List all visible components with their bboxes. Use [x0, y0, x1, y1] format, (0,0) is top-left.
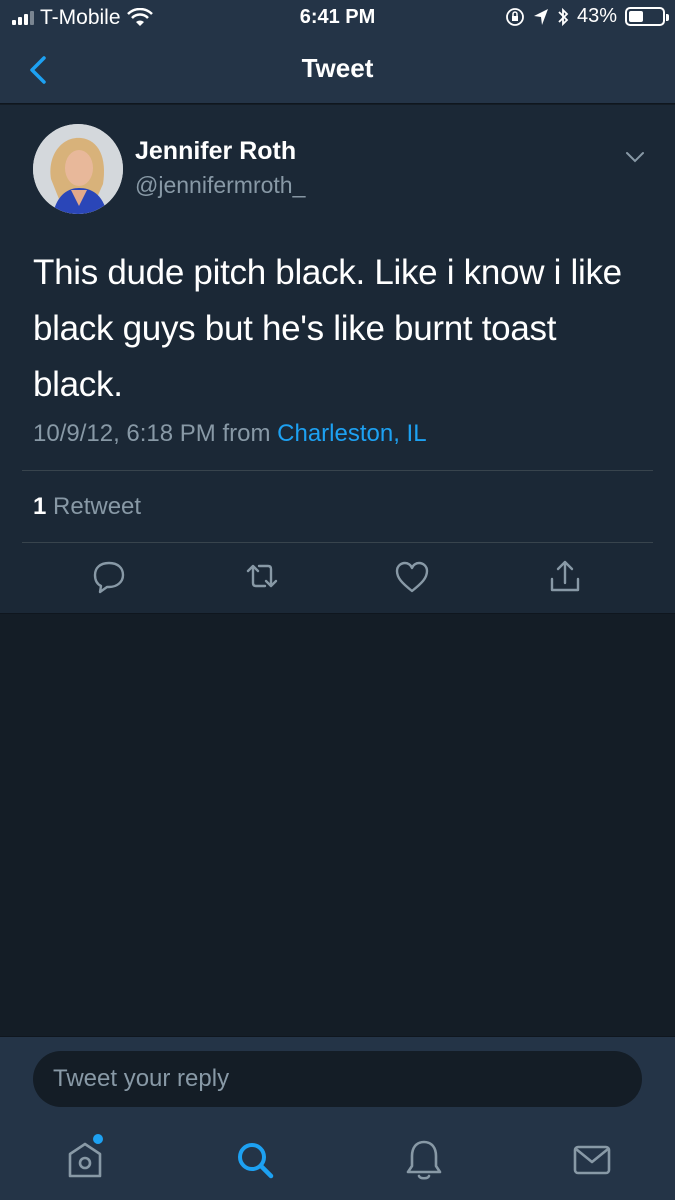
status-right: 43% [505, 5, 669, 28]
tab-bar [0, 1118, 675, 1200]
bell-icon[interactable] [400, 1136, 448, 1184]
retweet-count[interactable]: 1 Retweet [33, 493, 141, 521]
retweet-count-number: 1 [33, 493, 47, 520]
tweet-timestamp: 10/9/12, 6:18 PM from [33, 420, 271, 447]
search-icon[interactable] [231, 1136, 279, 1184]
reply-input[interactable]: Tweet your reply [33, 1051, 642, 1107]
share-icon[interactable] [545, 557, 585, 597]
author-handle[interactable]: @jennifermroth_ [135, 172, 305, 199]
location-arrow-icon [533, 8, 548, 25]
chevron-down-icon[interactable] [621, 143, 649, 171]
battery-icon [625, 7, 669, 26]
home-icon[interactable] [61, 1136, 109, 1184]
author-name[interactable]: Jennifer Roth [135, 137, 296, 166]
reply-icon[interactable] [89, 557, 129, 597]
bluetooth-icon [558, 7, 569, 26]
tweet-card: Jennifer Roth @jennifermroth_ This dude … [0, 105, 675, 614]
tweet-text: This dude pitch black. Like i know i lik… [33, 253, 622, 404]
heart-icon[interactable] [392, 557, 432, 597]
retweet-count-label: Retweet [53, 493, 142, 520]
mail-icon[interactable] [568, 1136, 616, 1184]
retweet-icon[interactable] [242, 557, 282, 597]
orientation-lock-icon [506, 7, 524, 26]
new-content-indicator [93, 1134, 103, 1144]
page-title: Tweet [301, 53, 374, 83]
divider [22, 470, 653, 471]
tweet-location[interactable]: Charleston, IL [277, 420, 426, 447]
screen: T-Mobile 6:41 PM 43% Tweet Jennifer Roth… [0, 0, 675, 1200]
reply-composer: Tweet your reply [0, 1036, 675, 1118]
avatar[interactable] [33, 124, 123, 214]
battery-percent: 43% [576, 5, 617, 27]
tweet-meta: 10/9/12, 6:18 PM from Charleston, IL [33, 420, 427, 448]
battery-fill [629, 11, 643, 22]
divider [22, 542, 653, 543]
nav-bar: Tweet [0, 36, 675, 104]
status-bar: T-Mobile 6:41 PM 43% [0, 0, 675, 36]
tweet-actions [0, 557, 675, 609]
